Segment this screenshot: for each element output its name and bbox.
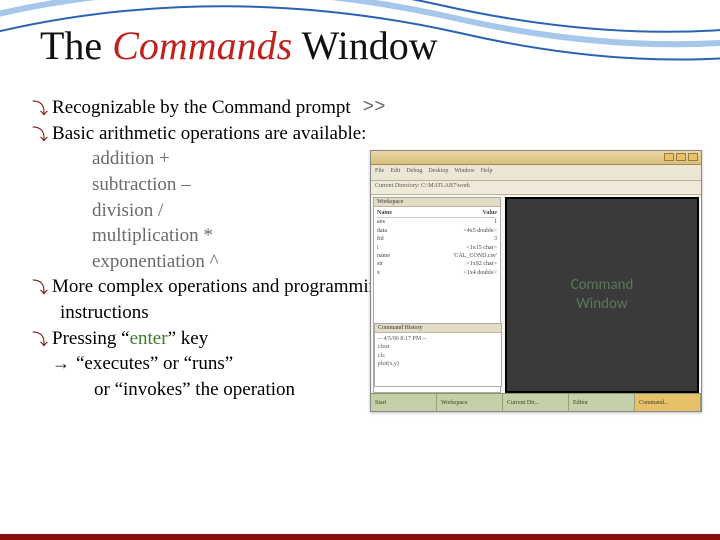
bullet-2: ⤵ Basic arithmetic operations are availa… bbox=[32, 121, 692, 147]
slide-bottom-border bbox=[0, 534, 720, 540]
window-titlebar bbox=[371, 151, 701, 165]
bullet-1: ⤵ Recognizable by the Command prompt >> bbox=[32, 95, 692, 121]
title-word-1: The bbox=[40, 23, 102, 68]
bullet-4-post: ” key bbox=[168, 328, 209, 349]
history-line: clc bbox=[378, 352, 498, 360]
command-window-callout: Command Window bbox=[571, 276, 634, 314]
col-name: Name bbox=[377, 209, 392, 217]
callout-line-2: Window bbox=[571, 295, 634, 314]
bullet-icon: ⤵ bbox=[32, 99, 48, 121]
menu-item: Window bbox=[454, 168, 474, 177]
taskbar-tab: Start bbox=[371, 394, 437, 411]
slide-title: The Commands Window bbox=[40, 22, 438, 69]
taskbar-tab: Editor bbox=[569, 394, 635, 411]
bullet-icon: ⤵ bbox=[32, 278, 48, 300]
col-value: Value bbox=[483, 209, 497, 217]
taskbar-tab: Current Dir... bbox=[503, 394, 569, 411]
bullet-1-text: Recognizable by the Command prompt bbox=[52, 95, 351, 121]
workspace-row: fid3 bbox=[377, 235, 497, 243]
enter-key-word: enter bbox=[130, 328, 168, 349]
history-line: clear bbox=[378, 343, 498, 351]
menu-item: File bbox=[375, 168, 384, 177]
bullet-4-pre: Pressing “ bbox=[52, 328, 130, 349]
bullet-2-text: Basic arithmetic operations are availabl… bbox=[52, 121, 366, 147]
command-window-panel: Command Window bbox=[505, 197, 699, 393]
command-history-header: Command History bbox=[375, 324, 501, 333]
menu-item: Debug bbox=[406, 168, 422, 177]
workspace-row: str<1x92 char> bbox=[377, 260, 497, 268]
title-word-3: Window bbox=[302, 23, 438, 68]
matlab-screenshot: File Edit Debug Desktop Window Help Curr… bbox=[370, 150, 702, 412]
history-line: -- 4/5/06 8:17 PM -- bbox=[378, 335, 498, 343]
command-history-body: -- 4/5/06 8:17 PM -- clear clc plot(x,y) bbox=[375, 333, 501, 371]
menu-item: Edit bbox=[390, 168, 400, 177]
bullet-3-line-1: More complex operations and programming bbox=[52, 274, 388, 300]
current-directory-bar: Current Directory: C:\MATLAB7\work bbox=[371, 181, 701, 195]
workspace-row: ans1 bbox=[377, 218, 497, 226]
taskbar: Start Workspace Current Dir... Editor Co… bbox=[371, 393, 701, 411]
bullet-icon: ⤵ bbox=[32, 330, 48, 352]
menu-item: Help bbox=[481, 168, 493, 177]
title-word-2: Commands bbox=[112, 23, 292, 68]
workspace-row: x<1x4 double> bbox=[377, 269, 497, 277]
history-line: plot(x,y) bbox=[378, 360, 498, 368]
window-control-buttons bbox=[664, 153, 698, 161]
taskbar-tab-active: Command... bbox=[635, 394, 701, 411]
workspace-row: name'CAL_COND.csv' bbox=[377, 252, 497, 260]
callout-line-1: Command bbox=[571, 276, 634, 295]
workspace-row: i<1x15 char> bbox=[377, 244, 497, 252]
workspace-header: Workspace bbox=[374, 198, 500, 207]
workspace-row: data<4x5 double> bbox=[377, 227, 497, 235]
command-history-panel: Command History -- 4/5/06 8:17 PM -- cle… bbox=[374, 323, 502, 387]
menu-bar: File Edit Debug Desktop Window Help bbox=[371, 165, 701, 181]
bullet-4-result-1: “executes” or “runs” bbox=[76, 351, 233, 377]
menu-item: Desktop bbox=[428, 168, 448, 177]
taskbar-tab: Workspace bbox=[437, 394, 503, 411]
arrow-right-icon: → bbox=[52, 351, 70, 375]
bullet-icon: ⤵ bbox=[32, 125, 48, 147]
prompt-symbol: >> bbox=[363, 95, 386, 121]
